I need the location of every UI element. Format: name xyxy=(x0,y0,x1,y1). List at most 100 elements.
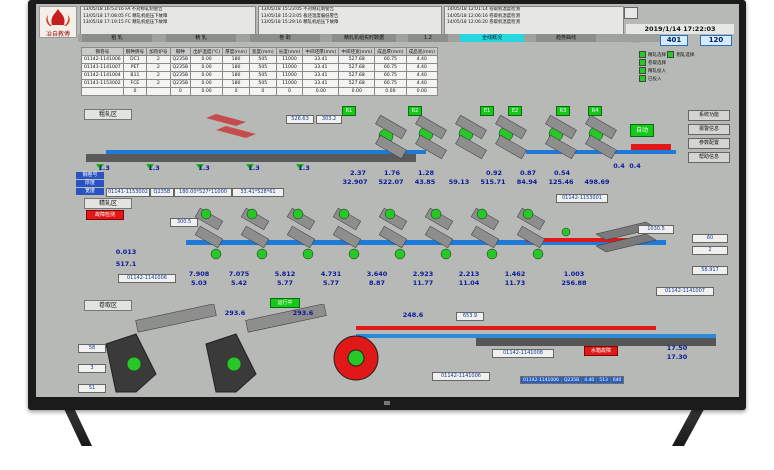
alarm-list-2[interactable]: 13/05/18 15:23:05 不对称轧制警告 13/05/18 15:23… xyxy=(258,6,442,35)
finish-speed: 1.003 xyxy=(563,270,585,278)
coil-val: 293.6 xyxy=(292,309,314,317)
table-cell xyxy=(146,87,171,96)
rough-stand-r2[interactable]: R2 xyxy=(408,106,422,116)
param-config-button[interactable]: 参数配置 xyxy=(688,138,730,149)
table-cell: 4.40 xyxy=(581,376,598,384)
rough-stand-r3[interactable]: R3 xyxy=(556,106,570,116)
auto-mode-badge[interactable]: 自动 xyxy=(630,124,654,137)
table-cell: 60.75 xyxy=(374,55,407,64)
table-cell: 180 xyxy=(222,63,250,72)
rough-val-bot: 125.46 xyxy=(548,178,574,186)
table-cell: 60.75 xyxy=(374,71,407,80)
finish-section-label: 精轧区 xyxy=(84,198,132,209)
finish-right-temp: 1030.5 xyxy=(638,225,674,234)
rough-val-top: 1.28 xyxy=(417,169,435,177)
rough-val-bot: 59.13 xyxy=(448,178,470,186)
tab-version[interactable]: 1.2 xyxy=(408,34,448,42)
table-cell: 505 xyxy=(248,63,277,72)
table-header-cell: 中间坯厚(mm) xyxy=(302,47,340,56)
table-cell: 0.00 xyxy=(374,87,407,96)
coil-coil-no: 01142-1141008 xyxy=(492,349,554,358)
table-cell: 60.75 xyxy=(374,79,407,88)
rough-right-val: 0.4 xyxy=(613,162,625,170)
legend-item: 精轧选择 粗轧选择 xyxy=(639,51,694,59)
table-row[interactable]: 01142-1141004 B11 2 Q235B 0.00 180 505 11000 33.… xyxy=(81,71,438,80)
finish-right-val: 60 xyxy=(692,234,728,243)
rough-val-top: 0.54 xyxy=(553,169,571,177)
flame-logo-icon xyxy=(46,9,70,26)
alarm-list-1[interactable]: 13/05/18 16:53:16 FA 不对称轧制警告 13/05/18 17… xyxy=(80,6,256,35)
table-cell: 2 xyxy=(146,71,171,80)
alarm-item: 13/05/18 17:19:15 FC 精轧机组压下故障 xyxy=(83,20,168,25)
print-icon[interactable] xyxy=(624,7,638,19)
rough-val-bot: 498.69 xyxy=(584,178,610,186)
rough-val-bot: 43.85 xyxy=(414,178,436,186)
help-info-button[interactable]: 帮助信息 xyxy=(688,152,730,163)
table-cell: 4.40 xyxy=(405,55,438,64)
coil-val: 248.6 xyxy=(402,311,424,319)
table-cell: 527.68 xyxy=(338,55,376,64)
system-function-button[interactable]: 系统功能 xyxy=(688,110,730,121)
table-cell: Q235B xyxy=(169,63,192,72)
table-cell: 513 xyxy=(596,376,611,384)
table-cell: 527.68 xyxy=(338,63,376,72)
alarm-item: 14/05/18 12:06:20 卷取机温度检测 xyxy=(447,20,520,25)
rough-dim-out: 33.41*528*61 xyxy=(232,188,284,197)
table-cell: 0 xyxy=(122,87,148,96)
conv-val: 1.3 xyxy=(248,164,260,172)
rough-info-label: 厚度 xyxy=(76,180,104,187)
table-cell: 0 xyxy=(248,87,277,96)
coil-status-red[interactable]: 水箱故障 xyxy=(584,346,618,356)
tab-finish-realtime[interactable]: 精轧机组实时数据 xyxy=(332,34,396,42)
coil-left-val: 3 xyxy=(78,364,106,373)
table-cell: 4.40 xyxy=(405,71,438,80)
table-cell: 0.00 xyxy=(190,87,224,96)
rough-stand-e2[interactable]: E2 xyxy=(508,106,522,116)
production-table: 钢卷号 钢种牌号 加热炉号 钢种 出炉温度(℃) 厚度(mm) 宽度(mm) 长度(mm) 中间… xyxy=(81,47,438,96)
table-row[interactable]: 01141-1141007 PET 2 Q235B 0.00 180 505 11000 33.… xyxy=(81,63,438,72)
rough-stand-r1[interactable]: R1 xyxy=(342,106,356,116)
table-cell: Q235B xyxy=(560,376,583,384)
tab-coil[interactable]: 卷 取 xyxy=(250,34,320,42)
table-cell: 505 xyxy=(248,79,277,88)
table-header-cell: 宽度(mm) xyxy=(248,47,277,56)
finish-val-b: 5.77 xyxy=(322,279,340,287)
rough-stand-e1[interactable]: E1 xyxy=(480,106,494,116)
table-header-cell: 钢种 xyxy=(169,47,192,56)
finish-status-red[interactable]: 故障检测 xyxy=(86,210,124,220)
table-row[interactable]: 01141-1153002 FCE 2 Q235B 0.00 180 505 11000 33.… xyxy=(81,79,438,88)
tab-trend[interactable]: 趋势曲线 xyxy=(536,34,596,42)
table-row[interactable]: 0 0 0.00 0 0 0 0.00 0.00 0.00 0.00 xyxy=(81,87,438,96)
coil-left-val: 51 xyxy=(78,384,106,393)
rough-val-bot: 515.71 xyxy=(480,178,506,186)
table-cell: 180 xyxy=(222,55,250,64)
finish-right-val: 58.917 xyxy=(692,266,728,275)
table-cell: DC1 xyxy=(122,55,148,64)
tab-rough[interactable]: 粗 轧 xyxy=(82,34,152,42)
scada-screen: 冶自教傅 13/05/18 16:53:16 FA 不对称轧制警告 13/05/… xyxy=(36,4,739,397)
coil-meas: 17.30 xyxy=(666,353,688,361)
table-cell: 0.00 xyxy=(338,87,376,96)
rough-coil-no: 01141-1153002 xyxy=(106,188,150,197)
rough-stand-r4[interactable]: R4 xyxy=(588,106,602,116)
finish-right-val: 2 xyxy=(692,246,728,255)
table-cell: 01142-1141006 xyxy=(520,376,562,384)
coil-val: 293.6 xyxy=(224,309,246,317)
table-cell: 11000 xyxy=(275,79,304,88)
finish-left-val: 517.1 xyxy=(115,260,137,268)
legend-item: 卷取选择 xyxy=(639,59,694,67)
tv-brand-mark xyxy=(384,401,390,405)
coil-bottom-coil: 01142-1141006 xyxy=(432,372,490,381)
tab-finish[interactable]: 精 轧 xyxy=(166,34,236,42)
table-header-cell: 成品厚(mm) xyxy=(374,47,407,56)
tab-overview[interactable]: 全线概况 xyxy=(460,34,524,42)
alarm-item: 13/05/18 15:29:16 精轧机组压下故障 xyxy=(261,20,339,25)
alarm-list-3[interactable]: 14/05/18 12:01:14 卷取机温度检测 14/05/18 12:06… xyxy=(444,6,624,35)
table-body: 01142-1141006 DC1 2 Q235B 0.00 180 505 11000 33.… xyxy=(81,55,438,96)
alarm-info-button[interactable]: 报警信息 xyxy=(688,124,730,135)
legend: 精轧选择 粗轧选择 卷取选择 精轧投入 已投入 xyxy=(639,51,694,83)
table-row[interactable]: 01142-1141006 DC1 2 Q235B 0.00 180 505 11000 33.… xyxy=(81,55,438,64)
finish-val-a: 3.640 xyxy=(366,270,388,278)
rough-info-label: 钢卷号 xyxy=(76,172,104,179)
table-cell: 0.00 xyxy=(190,71,224,80)
